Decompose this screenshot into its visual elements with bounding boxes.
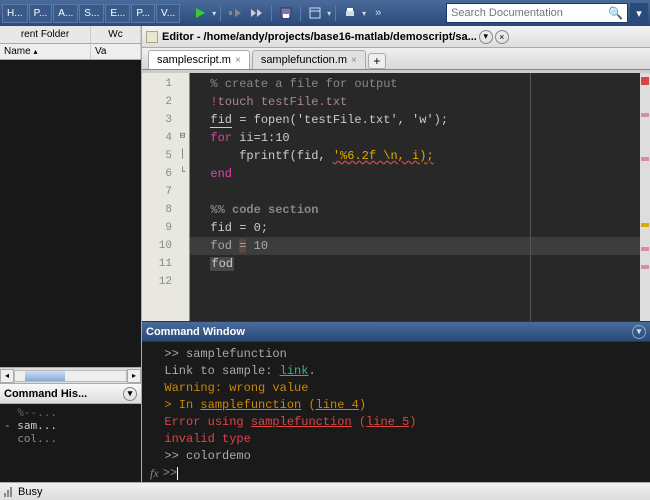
command-prompt[interactable]: fx>>: [150, 465, 642, 482]
toolstrip-tab[interactable]: A...: [53, 4, 78, 23]
close-icon[interactable]: ×: [495, 30, 509, 44]
current-folder-panel: rent Folder Wc Name ▴ Va ◂ ▸: [0, 26, 141, 384]
command-window-title: Command Window: [146, 326, 245, 338]
toolstrip-tab[interactable]: P...: [29, 4, 53, 23]
save-icon[interactable]: [276, 3, 296, 23]
dropdown-icon[interactable]: ▾: [123, 387, 137, 401]
code-marks[interactable]: [640, 73, 650, 321]
folder-tab[interactable]: Wc: [91, 26, 141, 43]
command-history-panel: Command His... ▾ %--... - sam... col...: [0, 384, 141, 482]
folder-tab[interactable]: rent Folder: [0, 26, 91, 43]
history-list[interactable]: %--... - sam... col...: [0, 404, 141, 482]
dropdown-icon[interactable]: ▾: [632, 325, 646, 339]
run-icon[interactable]: [190, 3, 210, 23]
print-icon[interactable]: [340, 3, 360, 23]
editor-panel: Editor - /home/andy/projects/base16-matl…: [142, 26, 650, 322]
link[interactable]: samplefunction: [200, 398, 301, 412]
busy-icon: [4, 487, 12, 497]
line-gutter[interactable]: 123456789101112: [142, 73, 176, 321]
step-icon[interactable]: [225, 3, 245, 23]
toolstrip-tab[interactable]: P...: [131, 4, 155, 23]
code-body[interactable]: % create a file for output !touch testFi…: [190, 73, 640, 321]
editor-tabs: samplescript.m× samplefunction.m× +: [142, 48, 650, 70]
more-icon[interactable]: »: [368, 3, 388, 23]
toolstrip-tab[interactable]: S...: [79, 4, 104, 23]
status-bar: Busy: [0, 482, 650, 500]
toolstrip-tabs: H... P... A... S... E... P... V...: [2, 4, 180, 23]
advance-icon[interactable]: [247, 3, 267, 23]
history-title: Command His...: [4, 388, 87, 400]
editor-tab[interactable]: samplefunction.m×: [252, 50, 366, 69]
toolstrip-tab[interactable]: H...: [2, 4, 28, 23]
link[interactable]: line 4: [316, 398, 359, 412]
file-icon: [146, 31, 158, 43]
command-window-body[interactable]: >> samplefunction Link to sample: link. …: [142, 342, 650, 482]
column-value[interactable]: Va: [91, 44, 141, 59]
search-box[interactable]: 🔍: [446, 3, 628, 23]
fold-gutter[interactable]: ⊟│└: [176, 73, 190, 321]
link[interactable]: samplefunction: [251, 415, 352, 429]
search-icon[interactable]: 🔍: [608, 6, 623, 20]
scrollbar-thumb[interactable]: [25, 371, 65, 381]
column-name[interactable]: Name ▴: [0, 44, 91, 59]
link[interactable]: link: [280, 364, 309, 378]
fx-icon[interactable]: fx: [150, 465, 159, 482]
toolstrip-tab[interactable]: E...: [105, 4, 130, 23]
folder-list[interactable]: [0, 60, 141, 367]
close-icon[interactable]: ×: [235, 55, 241, 66]
search-dropdown[interactable]: ▾: [630, 3, 648, 23]
link[interactable]: line 5: [366, 415, 409, 429]
toolstrip-tab[interactable]: V...: [156, 4, 180, 23]
top-toolbar: H... P... A... S... E... P... V... ▾ ▾ ▾…: [0, 0, 650, 26]
editor-tab[interactable]: samplescript.m×: [148, 50, 250, 69]
status-text: Busy: [18, 486, 42, 498]
dropdown-icon[interactable]: ▾: [479, 30, 493, 44]
view-icon[interactable]: [305, 3, 325, 23]
command-window-panel: Command Window ▾ >> samplefunction Link …: [142, 322, 650, 482]
scrollbar-horizontal[interactable]: ◂ ▸: [0, 367, 141, 383]
close-icon[interactable]: ×: [351, 55, 357, 66]
new-tab-button[interactable]: +: [368, 53, 386, 69]
editor-title: Editor - /home/andy/projects/base16-matl…: [162, 31, 477, 43]
search-input[interactable]: [451, 7, 606, 19]
